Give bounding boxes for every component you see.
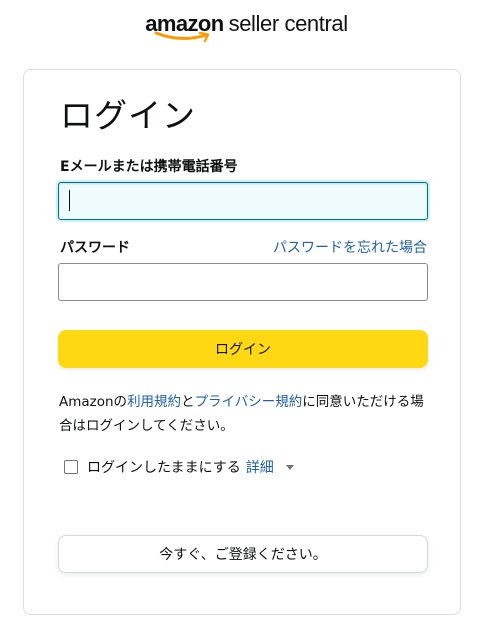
logo: amazon seller central	[0, 10, 493, 44]
legal-and: と	[181, 394, 195, 410]
text-cursor	[69, 190, 70, 211]
legal-notice: Amazonの利用規約とプライバシー規約に同意いただける場合はログインしてくださ…	[59, 390, 431, 438]
register-button[interactable]: 今すぐ、ご登録ください。	[58, 535, 428, 573]
remember-me-label[interactable]: ログインしたままにする	[87, 457, 241, 477]
logo-product: seller central	[228, 11, 349, 36]
caret-down-icon[interactable]	[285, 464, 294, 470]
password-field[interactable]	[58, 263, 428, 301]
privacy-policy-link[interactable]: プライバシー規約	[195, 394, 303, 410]
signin-card: ログイン Eメールまたは携帯電話番号 パスワード パスワードを忘れた場合 ログイ…	[23, 69, 461, 615]
forgot-password-link[interactable]: パスワードを忘れた場合	[273, 238, 427, 258]
legal-prefix: Amazonの	[59, 394, 128, 410]
page-title: ログイン	[60, 96, 196, 135]
terms-of-use-link[interactable]: 利用規約	[127, 394, 181, 410]
details-link[interactable]: 詳細	[246, 457, 294, 477]
password-label: パスワード	[60, 240, 130, 256]
email-label: Eメールまたは携帯電話番号	[60, 159, 238, 175]
amazon-smile-icon	[154, 31, 210, 43]
details-link-label[interactable]: 詳細	[246, 457, 274, 477]
signin-button[interactable]: ログイン	[58, 330, 428, 368]
amazon-seller-central-logo: amazon seller central	[145, 10, 349, 44]
email-field[interactable]	[58, 182, 428, 220]
remember-me-row: ログインしたままにする 詳細	[64, 456, 294, 478]
remember-me-checkbox[interactable]	[64, 460, 78, 474]
